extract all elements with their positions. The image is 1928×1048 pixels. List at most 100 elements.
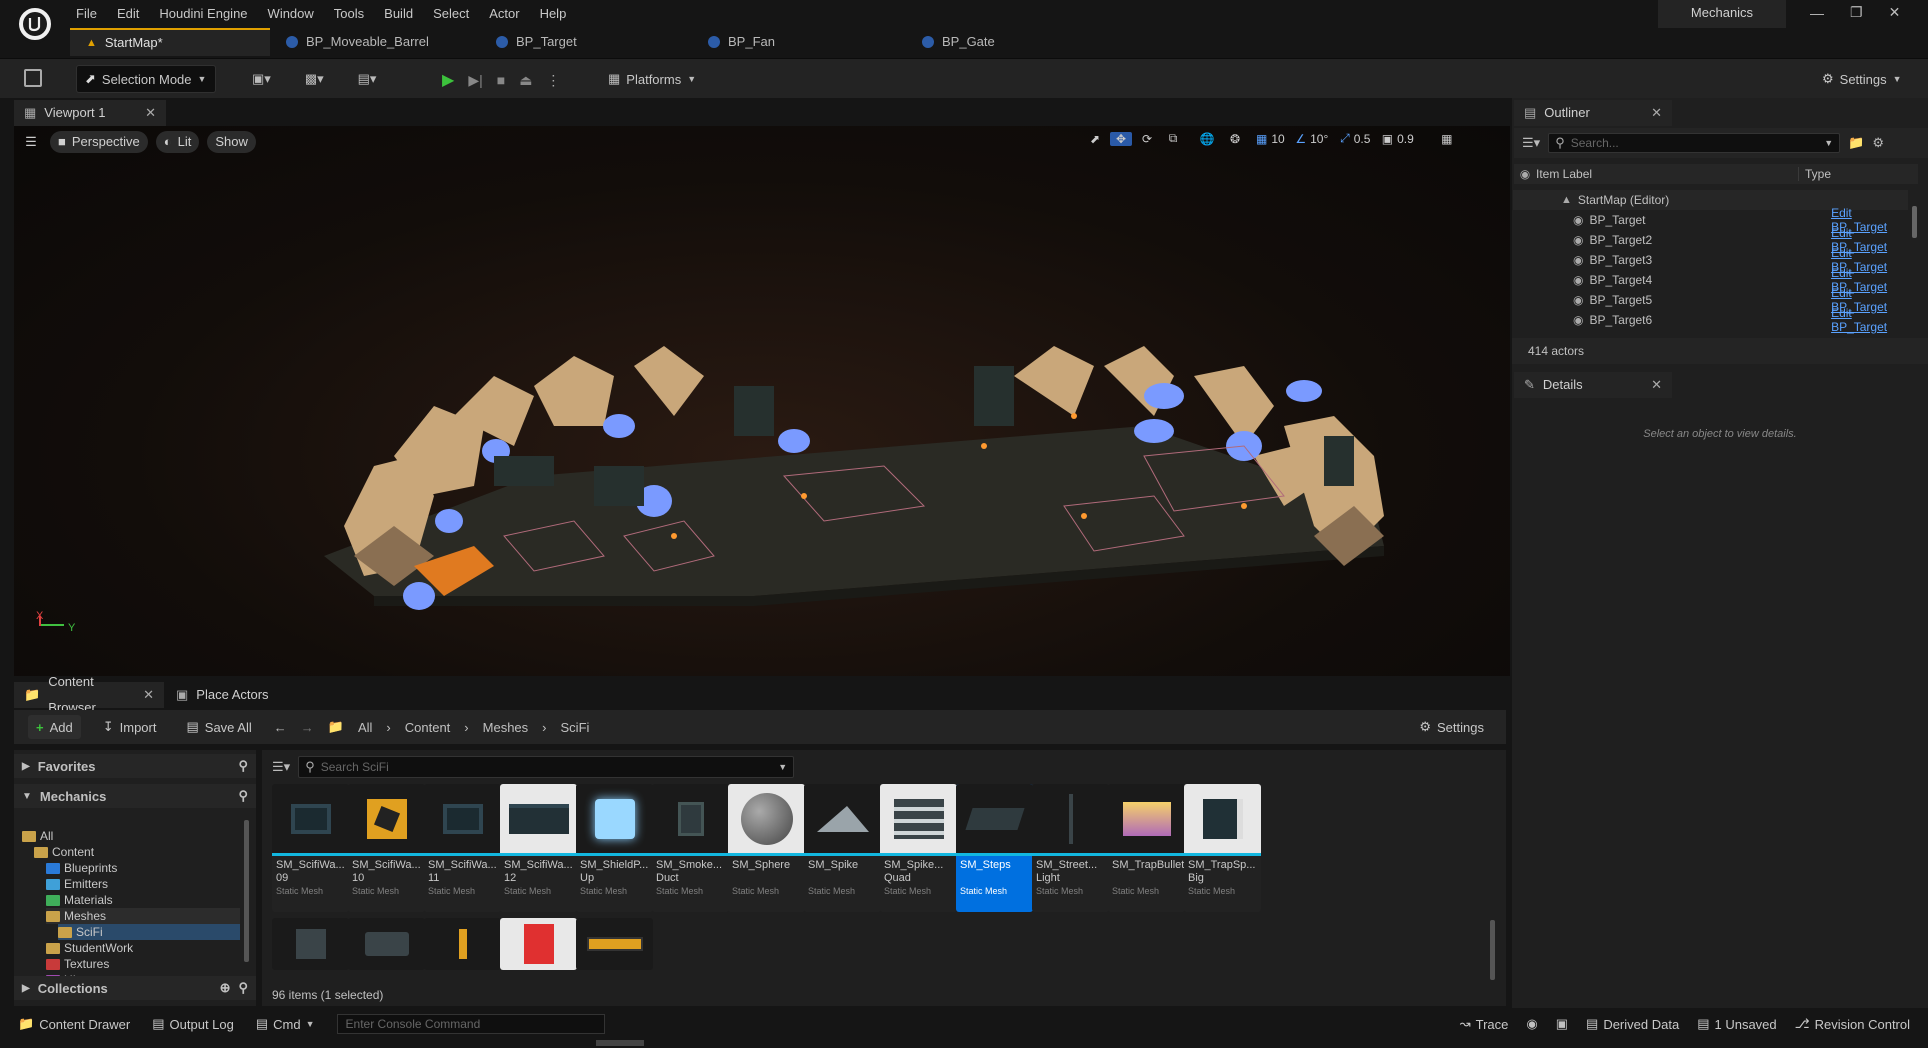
asset-tile[interactable]: SM_TrapBullet Static Mesh	[1108, 784, 1185, 912]
asset-search-input[interactable]: ⚲ Search SciFi ▼	[298, 756, 795, 778]
lit-button[interactable]: ◐ Lit	[155, 131, 200, 153]
close-icon[interactable]: ✕	[145, 100, 156, 126]
eject-icon[interactable]: ⏏	[519, 72, 532, 89]
tab-details[interactable]: ✎ Details ✕	[1514, 372, 1672, 398]
tree-item[interactable]: Blueprints	[46, 860, 240, 876]
step-icon[interactable]: ▶|	[468, 72, 482, 89]
search-icon[interactable]: ⚲	[238, 758, 248, 774]
asset-tile[interactable]: SM_ScifiWa... 09 Static Mesh	[272, 784, 349, 912]
scale-snap-icon[interactable]: ⤢	[1340, 131, 1350, 146]
save-icon[interactable]	[24, 69, 42, 87]
content-drawer-button[interactable]: 📁 Content Drawer	[18, 1016, 130, 1032]
column-type[interactable]: Type	[1798, 167, 1831, 181]
tab-bp-target[interactable]: BP_Target	[480, 28, 692, 56]
console-command-input[interactable]: Enter Console Command	[336, 1014, 605, 1034]
show-button[interactable]: Show	[207, 131, 256, 153]
scale-tool-icon[interactable]: ⧉	[1162, 131, 1184, 146]
asset-tile[interactable]	[576, 918, 653, 970]
tree-item[interactable]: Textures	[46, 956, 240, 972]
asset-tile[interactable]: SM_ShieldP... Up Static Mesh	[576, 784, 653, 912]
rotation-snap-value[interactable]: 10°	[1310, 132, 1336, 146]
forward-icon[interactable]: →	[301, 720, 314, 735]
layout-icon[interactable]: ▦	[1441, 132, 1452, 146]
restore-icon[interactable]: ❐	[1850, 4, 1863, 21]
import-button[interactable]: ↧ Import	[95, 713, 165, 741]
add-button[interactable]: + Add	[28, 715, 81, 739]
asset-scrollbar[interactable]	[1490, 920, 1495, 980]
tree-item[interactable]: Content	[34, 844, 240, 860]
tab-place-actors[interactable]: ▣ Place Actors	[166, 682, 279, 708]
settings-dropdown[interactable]: ⚙ Settings ▼	[1814, 65, 1910, 93]
asset-tile[interactable]	[500, 918, 577, 970]
save-all-button[interactable]: ▤ Save All	[178, 713, 259, 741]
menu-help[interactable]: Help	[530, 2, 577, 26]
tree-scrollbar[interactable]	[244, 820, 249, 962]
content-settings-button[interactable]: ⚙ Settings	[1411, 713, 1492, 741]
tab-bp-moveable-barrel[interactable]: BP_Moveable_Barrel	[270, 28, 480, 56]
collections-header[interactable]: ▶ Collections ⊕ ⚲	[14, 976, 256, 1000]
asset-tile[interactable]	[424, 918, 501, 970]
tree-item[interactable]: All	[22, 828, 240, 844]
minimize-icon[interactable]: —	[1810, 5, 1824, 21]
edit-blueprint-link[interactable]: Edit BP_Target	[1831, 306, 1908, 334]
asset-tile[interactable]: SM_Spike Static Mesh	[804, 784, 881, 912]
grid-snap-icon[interactable]: ▦	[1256, 132, 1267, 146]
asset-tile[interactable]: SM_ScifiWa... 10 Static Mesh	[348, 784, 425, 912]
close-icon[interactable]: ✕	[1889, 4, 1901, 21]
tab-viewport-1[interactable]: ▦ Viewport 1 ✕	[14, 100, 166, 126]
menu-build[interactable]: Build	[374, 2, 423, 26]
tab-bp-gate[interactable]: BP_Gate	[906, 28, 1086, 56]
asset-tile[interactable]: SM_Sphere Static Mesh	[728, 784, 805, 912]
rotation-snap-icon[interactable]: ∠	[1295, 132, 1306, 146]
select-tool-icon[interactable]: ⬈	[1084, 132, 1106, 146]
unreal-logo-icon[interactable]	[16, 5, 54, 43]
asset-tile[interactable]: SM_ScifiWa... 12 Static Mesh	[500, 784, 577, 912]
move-tool-icon[interactable]: ✥	[1110, 131, 1132, 146]
level-viewport[interactable]: ☰ ■ Perspective ◐ Lit Show ⬈ ✥ ⟳ ⧉ 🌐 ❂ ▦ 1…	[14, 126, 1510, 676]
add-actor-icon[interactable]: ▣▾	[252, 71, 271, 87]
asset-tile[interactable]: SM_ScifiWa... 11 Static Mesh	[424, 784, 501, 912]
selection-mode-dropdown[interactable]: ⬈ Selection Mode ▼	[76, 65, 216, 93]
more-icon[interactable]: ⋮	[546, 72, 560, 89]
asset-tile[interactable]	[348, 918, 425, 970]
asset-tile[interactable]: SM_Spike... Quad Static Mesh	[880, 784, 957, 912]
breadcrumb-meshes[interactable]: Meshes	[483, 720, 529, 735]
favorites-header[interactable]: ▶ Favorites ⚲	[14, 754, 256, 778]
world-space-icon[interactable]: 🌐	[1194, 132, 1220, 146]
breadcrumb-scifi[interactable]: SciFi	[561, 720, 590, 735]
outliner-scrollbar[interactable]	[1912, 206, 1917, 238]
cinematics-icon[interactable]: ▤▾	[358, 71, 377, 87]
stop-icon[interactable]: ■	[497, 72, 505, 88]
filter-icon[interactable]: ☰▾	[1522, 135, 1540, 151]
blueprint-tools-icon[interactable]: ▩▾	[305, 71, 324, 87]
menu-window[interactable]: Window	[258, 2, 324, 26]
camera-speed-value[interactable]: 0.9	[1397, 132, 1423, 146]
scale-snap-value[interactable]: 0.5	[1354, 132, 1378, 146]
play-icon[interactable]: ▶	[442, 70, 454, 90]
asset-tile[interactable]: SM_TrapSp... Big Static Mesh	[1184, 784, 1261, 912]
rotate-tool-icon[interactable]: ⟳	[1136, 132, 1158, 146]
camera-speed-icon[interactable]: ▣	[1382, 132, 1393, 146]
outliner-search-input[interactable]: ⚲ Search... ▼	[1548, 133, 1841, 153]
hamburger-menu-icon[interactable]: ☰	[20, 134, 42, 150]
revision-control-button[interactable]: ⎇ Revision Control	[1795, 1016, 1910, 1032]
output-log-button[interactable]: ▤ Output Log	[152, 1016, 234, 1032]
filter-icon[interactable]: ☰▾	[272, 759, 290, 775]
add-collection-icon[interactable]: ⊕	[220, 980, 231, 996]
asset-tile[interactable]: SM_Smoke... Duct Static Mesh	[652, 784, 729, 912]
tab-bp-fan[interactable]: BP_Fan	[692, 28, 906, 56]
horizontal-scroll-thumb[interactable]	[596, 1040, 644, 1046]
trace-button[interactable]: ↝ Trace	[1460, 1016, 1509, 1032]
breadcrumb-all[interactable]: All	[358, 720, 372, 735]
breadcrumb-content[interactable]: Content	[405, 720, 451, 735]
tree-item[interactable]: SciFi	[58, 924, 240, 940]
project-header[interactable]: ▼ Mechanics ⚲	[14, 784, 256, 808]
menu-file[interactable]: File	[66, 2, 107, 26]
close-icon[interactable]: ✕	[143, 682, 154, 708]
outliner-row[interactable]: ◉ BP_Target6 Edit BP_Target	[1513, 306, 1908, 334]
asset-tile[interactable]: SM_Street... Light Static Mesh	[1032, 784, 1109, 912]
menu-houdini-engine[interactable]: Houdini Engine	[149, 2, 257, 26]
close-icon[interactable]: ✕	[1651, 372, 1662, 398]
menu-actor[interactable]: Actor	[479, 2, 529, 26]
tab-startmap[interactable]: ▲ StartMap*	[70, 28, 270, 56]
